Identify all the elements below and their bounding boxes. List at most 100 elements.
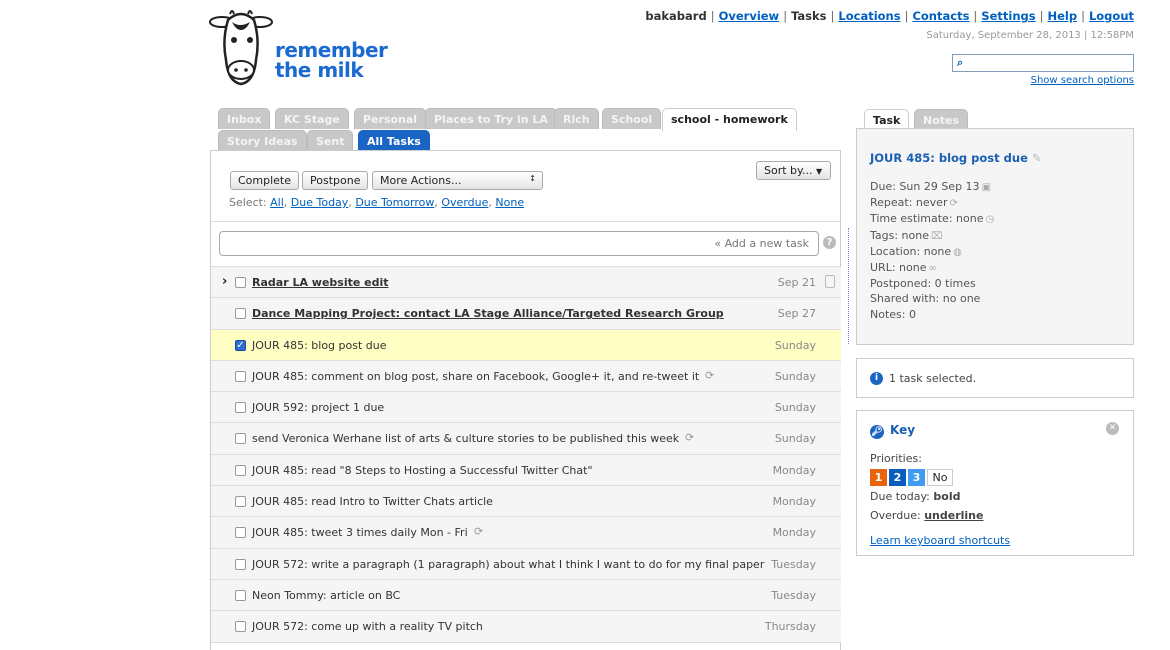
repeat-icon[interactable]: ⟳ [949,198,957,209]
nav-overview[interactable]: Overview [719,9,780,23]
task-detail-title[interactable]: JOUR 485: blog post due ✎ [870,151,1042,165]
task-checkbox[interactable] [235,370,246,382]
task-name[interactable]: JOUR 592: project 1 due [252,401,384,414]
tab-inbox[interactable]: Inbox [218,108,271,129]
expand-arrow-icon[interactable]: › [222,274,227,289]
task-name[interactable]: JOUR 485: read Intro to Twitter Chats ar… [252,495,493,508]
detail-line: Shared with: no one [870,291,994,306]
tag-icon[interactable]: ⌧ [931,231,943,242]
select-due-today-link[interactable]: Due Today [291,196,349,209]
task-checkbox[interactable] [235,402,246,414]
detail-text: Tags: none [870,228,929,242]
tab-notes[interactable]: Notes [914,109,969,130]
task-checkbox[interactable] [235,527,246,539]
detail-line: Repeat: never ⟳ [870,195,994,211]
detail-text: Location: none [870,244,952,258]
task-checkbox[interactable] [235,621,246,633]
tab-school[interactable]: School [602,108,662,129]
task-row[interactable]: send Veronica Werhane list of arts & cul… [211,423,841,455]
task-row[interactable]: Dance Mapping Project: contact LA Stage … [211,298,841,330]
key-icon: 🔑︎ [870,425,884,439]
task-row[interactable]: JOUR 485: read Intro to Twitter Chats ar… [211,486,841,518]
task-checkbox[interactable] [235,496,246,508]
task-name[interactable]: Neon Tommy: article on BC [252,589,400,602]
task-row[interactable]: JOUR 485: comment on blog post, share on… [211,360,841,393]
task-checkbox[interactable]: ✓ [235,339,246,351]
tab-story-ideas[interactable]: Story Ideas [218,130,307,151]
tab-places-to-try-in-la[interactable]: Places to Try in LA [425,108,557,129]
nav-help[interactable]: Help [1047,9,1077,23]
task-row[interactable]: JOUR 592: project 1 due Sunday [211,392,841,424]
task-row[interactable]: JOUR 572: come up with a reality TV pitc… [211,611,841,643]
status-text: 1 task selected. [889,372,977,385]
sort-by-button[interactable]: Sort by... ▼ [756,161,831,180]
show-search-options-link[interactable]: Show search options [1031,75,1134,86]
task-name[interactable]: JOUR 572: come up with a reality TV pitc… [252,620,483,633]
status-panel: i 1 task selected. [856,358,1134,398]
close-icon[interactable]: ✕ [1106,422,1119,435]
overdue-value: underline [924,509,984,522]
task-checkbox[interactable] [235,277,246,288]
task-name[interactable]: JOUR 485: blog post due [252,339,387,352]
task-name[interactable]: send Veronica Werhane list of arts & cul… [252,432,679,445]
note-icon[interactable] [825,275,835,288]
clock-icon[interactable]: ◷ [985,214,994,225]
tab-sent[interactable]: Sent [307,130,354,151]
task-due: Monday [772,495,816,509]
task-name[interactable]: JOUR 485: comment on blog post, share on… [252,370,699,383]
tab-school-homework[interactable]: school - homework [662,108,797,131]
top-nav: bakabard | Overview | Tasks | Locations | Contac… [645,9,1134,23]
add-task-input[interactable]: « Add a new task [219,231,819,256]
task-rows: › Radar LA website edit Sep 21 Dance Mappin… [211,267,841,643]
tab-all-tasks[interactable]: All Tasks [358,130,430,151]
task-row[interactable]: › Radar LA website edit Sep 21 [211,267,841,299]
tab-kc-stage[interactable]: KC Stage [275,108,349,129]
task-due: Sunday [774,401,816,415]
select-due-tomorrow-link[interactable]: Due Tomorrow [355,196,434,209]
priorities-label: Priorities: [870,452,922,465]
task-row[interactable]: JOUR 572: write a paragraph (1 paragraph… [211,548,841,580]
keyboard-shortcuts-link[interactable]: Learn keyboard shortcuts [870,534,1010,547]
select-all-link[interactable]: All [270,196,284,209]
postpone-button[interactable]: Postpone [302,171,369,190]
task-checkbox[interactable] [235,308,246,320]
task-checkbox[interactable] [235,464,246,476]
search-input[interactable]: ⌕ [952,54,1134,72]
task-name[interactable]: Dance Mapping Project: contact LA Stage … [252,307,724,320]
task-name[interactable]: Radar LA website edit [252,276,389,289]
nav-contacts[interactable]: Contacts [912,9,969,23]
help-icon[interactable]: ? [823,236,836,249]
task-row[interactable]: Neon Tommy: article on BC Tuesday [211,579,841,612]
tab-personal[interactable]: Personal [354,108,427,129]
pencil-icon[interactable]: ✎ [1032,151,1042,165]
overdue-label: Overdue: [870,509,921,522]
tab-rich[interactable]: Rich [554,108,599,129]
task-checkbox[interactable] [235,433,246,445]
complete-button[interactable]: Complete [230,171,300,190]
task-checkbox[interactable] [235,589,246,601]
priority-2: 2 [889,469,906,486]
link-icon[interactable]: ∞ [928,263,936,274]
nav-settings[interactable]: Settings [981,9,1035,23]
calendar-icon[interactable]: ▣ [982,182,991,193]
task-checkbox[interactable] [235,558,246,570]
task-name[interactable]: JOUR 485: tweet 3 times daily Mon - Fri [252,526,468,539]
nav-logout[interactable]: Logout [1089,9,1134,23]
task-row[interactable]: JOUR 485: read "8 Steps to Hosting a Suc… [211,454,841,487]
select-overdue-link[interactable]: Overdue [441,196,488,209]
nav-locations[interactable]: Locations [838,9,900,23]
logo-line2: the milk [275,58,364,82]
tab-task[interactable]: Task [864,109,910,130]
task-row[interactable]: JOUR 485: tweet 3 times daily Mon - Fri ⟳… [211,517,841,549]
task-row[interactable]: ✓ JOUR 485: blog post due Sunday [211,329,841,361]
more-actions-select[interactable]: More Actions... ↕ [372,171,543,190]
select-none-link[interactable]: None [495,196,524,209]
globe-icon[interactable]: ◍ [953,247,962,258]
due-today-value: bold [933,490,961,503]
task-title: JOUR 485: blog post due [870,151,1028,165]
detail-text: URL: none [870,261,927,275]
nav-separator: | [783,9,788,23]
task-name[interactable]: JOUR 572: write a paragraph (1 paragraph… [252,558,764,571]
nav-separator: | [904,9,909,23]
task-name[interactable]: JOUR 485: read "8 Steps to Hosting a Suc… [252,464,593,477]
